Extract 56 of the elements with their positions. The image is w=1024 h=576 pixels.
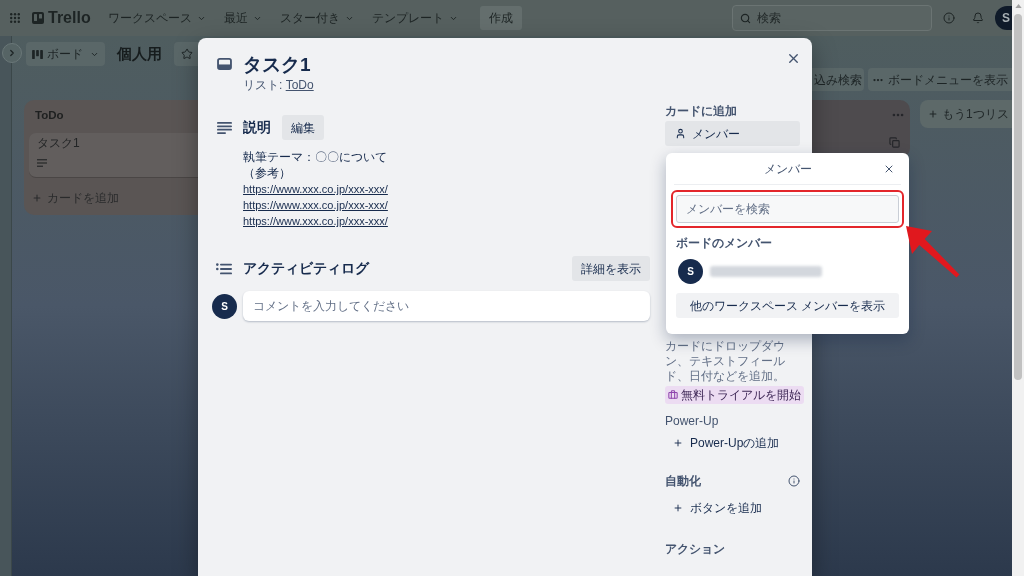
description-link[interactable]: https://www.xxx.co.jp/xxx-xxx/ (243, 213, 388, 229)
add-button-button[interactable]: ボタンを追加 (665, 496, 800, 520)
show-workspace-members-button[interactable]: 他のワークスペース メンバーを表示 (676, 293, 899, 318)
info-icon[interactable] (943, 12, 955, 24)
info-icon[interactable] (788, 475, 800, 487)
sidebar-heading: Power-Up (665, 414, 719, 428)
description-link[interactable]: https://www.xxx.co.jp/xxx-xxx/ (243, 197, 388, 213)
list-location-text: リスト: ToDo (243, 78, 314, 93)
description-text: （参考） (243, 165, 291, 181)
search-icon (740, 12, 751, 24)
custom-fields-note: カードにドロップダウン、テキストフィールド、日付などを追加。 (665, 339, 786, 384)
sidebar-heading: カードに追加 (665, 104, 737, 118)
user-avatar[interactable]: S (995, 6, 1012, 30)
plus-icon (928, 109, 938, 119)
card-title[interactable]: タスク1 (243, 53, 314, 77)
description-link[interactable]: https://www.xxx.co.jp/xxx-xxx/ (243, 181, 388, 197)
section-heading: ボードのメンバー (676, 236, 773, 250)
add-power-up-button[interactable]: Power-Upの追加 (665, 431, 800, 455)
scrollbar[interactable] (1012, 0, 1024, 576)
board-title: 個人用 (117, 44, 162, 64)
plus-icon (32, 193, 42, 203)
notification-bell-icon[interactable] (972, 12, 984, 24)
list-title: ToDo (34, 108, 65, 122)
star-icon (180, 48, 193, 60)
scroll-up-arrow-icon[interactable] (1014, 4, 1022, 8)
search-field[interactable]: 検索 (732, 5, 932, 31)
plus-icon (673, 503, 683, 513)
star-button[interactable] (174, 42, 199, 66)
board-logo-icon (32, 12, 44, 24)
sidebar-heading: アクション (665, 542, 725, 556)
popover-title: メンバー (762, 160, 813, 178)
card-icon (216, 58, 232, 70)
section-heading: 説明 (243, 118, 271, 137)
comment-field[interactable]: コメントを入力してください (243, 291, 650, 321)
list-link[interactable]: ToDo (285, 78, 314, 92)
briefcase-icon (668, 390, 678, 400)
start-trial-button[interactable]: 無料トライアルを開始 (665, 386, 804, 404)
plus-icon (673, 438, 683, 448)
board-icon (32, 49, 43, 59)
member-search-field[interactable]: メンバーを検索 (676, 195, 899, 223)
sidebar-expand-button[interactable] (2, 43, 22, 63)
section-heading: アクティビティログ (243, 259, 369, 278)
members-button[interactable]: メンバー (665, 121, 800, 146)
app-grid-icon[interactable] (10, 13, 20, 23)
chevron-right-icon (7, 48, 17, 58)
edit-button[interactable]: 編集 (282, 115, 324, 140)
user-avatar[interactable]: S (212, 293, 237, 319)
copy-icon[interactable] (889, 137, 900, 148)
sidebar-heading: 自動化 (665, 474, 701, 488)
description-text: 執筆テーマ：〇〇について (243, 149, 387, 165)
person-icon (675, 128, 686, 139)
member-avatar[interactable]: S (678, 259, 703, 284)
activity-list-icon (216, 262, 232, 275)
show-details-button[interactable]: 詳細を表示 (572, 256, 650, 281)
description-icon (216, 121, 232, 134)
scrollbar-thumb[interactable] (1014, 14, 1022, 380)
